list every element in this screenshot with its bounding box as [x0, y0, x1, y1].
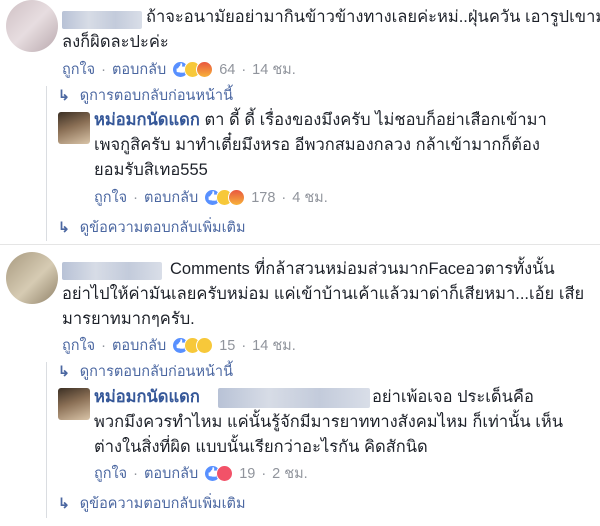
- view-previous-replies-label: ดูการตอบกลับก่อนหน้านี้: [79, 364, 233, 380]
- reply-text-line: หม่อมกนัดแดก: [94, 385, 200, 410]
- reactions[interactable]: [204, 465, 234, 482]
- view-more-replies-label: ดูข้อความตอบกลับเพิ่มเติม: [79, 496, 246, 512]
- comment-actions: ถูกใจ · ตอบกลับ 15 · 14 ชม.: [62, 334, 296, 357]
- comment-text-line: Comments ที่กล้าสวนหม่อมส่วนมากFaceอวตาร…: [170, 260, 555, 278]
- mentioned-name-blurred[interactable]: [218, 388, 370, 408]
- reply-author-name[interactable]: หม่อมกนัดแดก: [94, 388, 200, 406]
- reaction-count[interactable]: 15: [219, 338, 235, 354]
- reply-actions: ถูกใจ · ตอบกลับ 19 · 2 ชม.: [94, 462, 308, 485]
- reply-actions: ถูกใจ · ตอบกลับ 178 · 4 ชม.: [94, 186, 328, 209]
- sad-reaction-icon: [196, 337, 214, 354]
- like-button[interactable]: ถูกใจ: [94, 186, 127, 209]
- reply-text-line: เพจกูสิครับ มาทำเตี๋ยมึงหรอ อีพวกสมองกลว…: [94, 136, 540, 154]
- comment-text-line: ถ้าจะอนามัยอย่ามากินข้าวข้างทางเลยค่ะหม่…: [146, 8, 600, 26]
- reply-arrow-icon: ↳: [58, 87, 70, 103]
- separator: ·: [241, 337, 247, 354]
- reply-time[interactable]: 2 ชม.: [272, 462, 308, 485]
- like-button[interactable]: ถูกใจ: [94, 462, 127, 485]
- separator: ·: [241, 61, 247, 78]
- angry-reaction-icon: [228, 189, 246, 206]
- reply-text-line: ยอมรับสิเทอ555: [94, 161, 208, 179]
- comment-text-line: อย่าไปให้ค่ามันเลยครับหม่อม แค่เข้าบ้านเ…: [62, 285, 585, 303]
- separator: ·: [101, 337, 106, 354]
- like-button[interactable]: ถูกใจ: [62, 58, 95, 81]
- view-more-replies[interactable]: ↳ ดูข้อความตอบกลับเพิ่มเติม: [58, 216, 246, 239]
- reply-button[interactable]: ตอบกลับ: [144, 462, 198, 485]
- commenter-avatar[interactable]: [6, 252, 58, 304]
- comment-divider: [0, 244, 600, 245]
- view-previous-replies[interactable]: ↳ ดูการตอบกลับก่อนหน้านี้: [58, 360, 233, 383]
- view-previous-replies-label: ดูการตอบกลับก่อนหน้านี้: [79, 88, 233, 104]
- reply-arrow-icon: ↳: [58, 219, 70, 235]
- angry-reaction-icon: [196, 61, 214, 78]
- separator: ·: [261, 465, 267, 482]
- reply-button[interactable]: ตอบกลับ: [144, 186, 198, 209]
- reply-button[interactable]: ตอบกลับ: [112, 334, 166, 357]
- reply-thread-line: [46, 362, 47, 518]
- reactions[interactable]: [172, 337, 214, 354]
- reply-arrow-icon: ↳: [58, 495, 70, 511]
- reply-author-avatar[interactable]: [58, 112, 90, 144]
- reply-thread-line: [46, 86, 47, 241]
- reactions[interactable]: [172, 61, 214, 78]
- comment-text-line: ลงก็ผิดละปะค่ะ: [62, 33, 169, 51]
- view-previous-replies[interactable]: ↳ ดูการตอบกลับก่อนหน้านี้: [58, 84, 233, 107]
- reply-button[interactable]: ตอบกลับ: [112, 58, 166, 81]
- reply-text-line: หม่อมกนัดแดก ตา ดี้ ดี้ เรื่องของมึงครับ…: [94, 111, 547, 129]
- commenter-avatar[interactable]: [6, 0, 58, 52]
- separator: ·: [133, 465, 138, 482]
- reply-author-name[interactable]: หม่อมกนัดแดก: [94, 111, 200, 129]
- commenter-name-blurred[interactable]: [62, 262, 162, 280]
- love-reaction-icon: [216, 465, 234, 482]
- reply-text-line: พวกมึงควรทำไหม แค่นั้นรู้จักมีมารยาททางส…: [94, 413, 564, 431]
- reaction-count[interactable]: 64: [219, 62, 235, 78]
- separator: ·: [101, 61, 106, 78]
- reply-text-line: ต่างในสิ่งที่ผิด แบบนั้นเรียกว่าอะไรกัน …: [94, 438, 428, 456]
- separator: ·: [133, 189, 138, 206]
- reply-author-avatar[interactable]: [58, 388, 90, 420]
- commenter-name-blurred[interactable]: [62, 11, 142, 29]
- separator: ·: [281, 189, 287, 206]
- reply-arrow-icon: ↳: [58, 363, 70, 379]
- reply-text-line: อย่าเพ้อเจอ ประเด็นคือ: [372, 388, 534, 406]
- comment-text-line: มารยาทมากๆครับ.: [62, 310, 195, 328]
- reply-time[interactable]: 4 ชม.: [292, 186, 328, 209]
- view-more-replies-label: ดูข้อความตอบกลับเพิ่มเติม: [79, 220, 246, 236]
- reactions[interactable]: [204, 189, 246, 206]
- comment-time[interactable]: 14 ชม.: [252, 334, 296, 357]
- like-button[interactable]: ถูกใจ: [62, 334, 95, 357]
- comment-time[interactable]: 14 ชม.: [252, 58, 296, 81]
- reaction-count[interactable]: 19: [239, 466, 255, 482]
- reaction-count[interactable]: 178: [251, 190, 275, 206]
- view-more-replies[interactable]: ↳ ดูข้อความตอบกลับเพิ่มเติม: [58, 492, 246, 515]
- comment-actions: ถูกใจ · ตอบกลับ 64 · 14 ชม.: [62, 58, 296, 81]
